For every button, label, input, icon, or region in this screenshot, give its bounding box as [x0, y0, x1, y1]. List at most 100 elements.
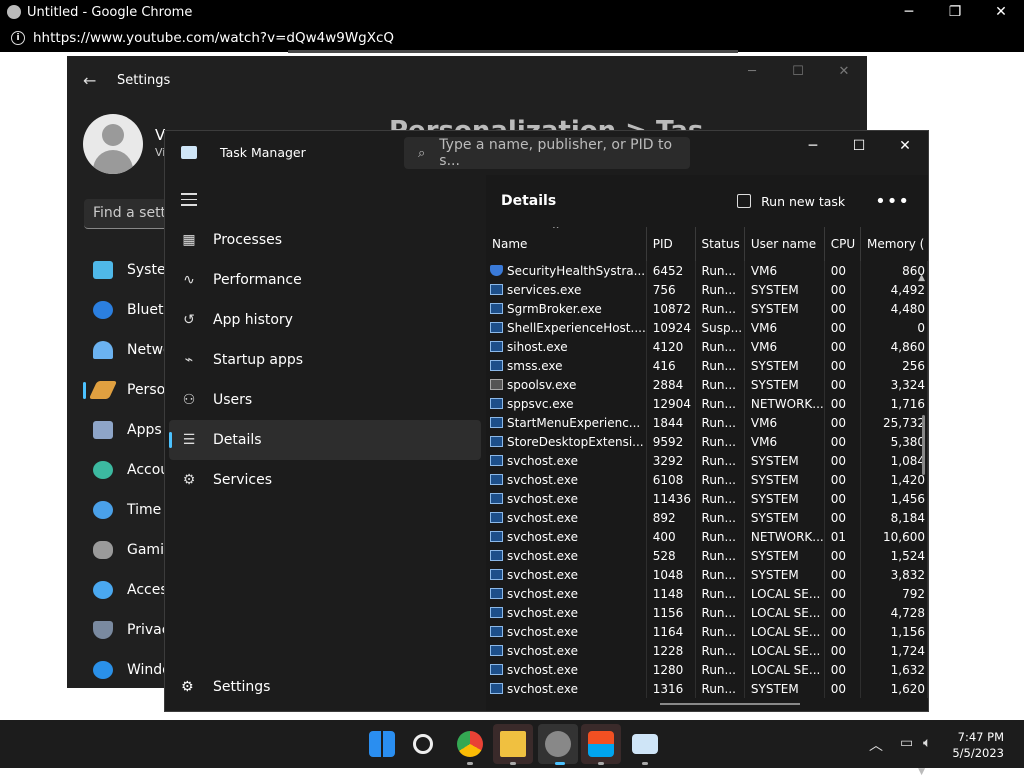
tm-nav-users[interactable]: ⚇ Users — [169, 380, 481, 420]
clock-icon — [93, 501, 113, 519]
table-row[interactable]: svchost.exe 1164 Run... LOCAL SE... 00 1,156 — [486, 622, 928, 641]
file-explorer-icon[interactable] — [500, 731, 526, 757]
table-row[interactable]: svchost.exe 892 Run... SYSTEM 00 8,184 — [486, 508, 928, 527]
settings-nav-gaming[interactable]: Gamin — [84, 530, 177, 570]
settings-nav-accessibility[interactable]: Acces — [84, 570, 177, 610]
account-icon — [93, 461, 113, 479]
tm-nav-services[interactable]: ⚙ Services — [169, 460, 481, 500]
settings-nav-system[interactable]: Systen — [84, 250, 177, 290]
column-cpu[interactable]: CPU — [824, 227, 862, 261]
table-row[interactable]: SecurityHealthSystra... 6452 Run... VM6 00 86… — [486, 261, 928, 280]
table-row[interactable]: StartMenuExperienc... 1844 Run... VM6 00 25,7… — [486, 413, 928, 432]
more-options-button[interactable]: ••• — [875, 191, 910, 212]
search-icon[interactable] — [413, 734, 433, 754]
process-window-icon — [490, 625, 503, 637]
table-row[interactable]: SgrmBroker.exe 10872 Run... SYSTEM 00 4,480 — [486, 299, 928, 318]
status-cell: Run... — [695, 489, 745, 508]
process-name-cell: svchost.exe — [486, 527, 647, 546]
chrome-minimize-button[interactable]: ─ — [886, 0, 932, 24]
settings-nav-accounts[interactable]: Accou — [84, 450, 177, 490]
column-memory[interactable]: Memory ( — [861, 227, 928, 261]
chrome-close-button[interactable]: ✕ — [978, 0, 1024, 24]
memory-cell: 1,156 — [860, 622, 928, 641]
memory-cell: 256 — [860, 356, 928, 375]
tm-minimize-button[interactable]: ─ — [790, 131, 836, 161]
table-row[interactable]: svchost.exe 1316 Run... SYSTEM 00 1,620 — [486, 679, 928, 698]
column-user-name[interactable]: User name — [744, 227, 825, 261]
chrome-maximize-button[interactable]: ❐ — [932, 0, 978, 24]
table-row[interactable]: svchost.exe 6108 Run... SYSTEM 00 1,420 — [486, 470, 928, 489]
table-row[interactable]: spoolsv.exe 2884 Run... SYSTEM 00 3,324 — [486, 375, 928, 394]
cpu-cell: 00 — [824, 546, 862, 565]
back-arrow-icon[interactable]: ← — [83, 71, 105, 90]
column-name[interactable]: ^ Name — [486, 227, 647, 261]
settings-nav-time[interactable]: Time & — [84, 490, 177, 530]
details-title: Details — [501, 193, 557, 209]
url-text[interactable]: hhttps://www.youtube.com/watch?v=dQw4w9W… — [33, 30, 394, 46]
horizontal-scrollbar-thumb[interactable] — [660, 703, 800, 705]
brush-icon — [88, 381, 118, 399]
settings-nav-personalization[interactable]: Persor — [83, 370, 177, 410]
process-search-input[interactable]: ⌕ Type a name, publisher, or PID to s... — [404, 137, 690, 169]
tm-maximize-button[interactable]: ☐ — [836, 131, 882, 161]
site-info-icon[interactable]: i — [11, 31, 25, 45]
table-row[interactable]: svchost.exe 1048 Run... SYSTEM 00 3,832 — [486, 565, 928, 584]
table-row[interactable]: svchost.exe 1148 Run... LOCAL SE... 00 792 — [486, 584, 928, 603]
chrome-address-bar[interactable]: i hhttps://www.youtube.com/watch?v=dQw4w… — [0, 24, 1024, 52]
cpu-cell: 00 — [824, 565, 862, 584]
table-row[interactable]: svchost.exe 528 Run... SYSTEM 00 1,524 — [486, 546, 928, 565]
table-row[interactable]: StoreDesktopExtensi... 9592 Run... VM6 00 5,3… — [486, 432, 928, 451]
tm-nav-performance[interactable]: ∿ Performance — [169, 260, 481, 300]
settings-nav-privacy[interactable]: Privac — [84, 610, 177, 650]
settings-gear-taskbar-icon[interactable] — [545, 731, 571, 757]
settings-nav-bluetooth[interactable]: Blueto — [84, 290, 177, 330]
network-icon[interactable]: ▭ — [900, 735, 913, 751]
cpu-cell: 00 — [824, 375, 862, 394]
scroll-down-arrow[interactable]: ▼ — [918, 767, 925, 777]
tm-nav-startup-apps[interactable]: ⌁ Startup apps — [169, 340, 481, 380]
show-hidden-icons-chevron[interactable]: ︿ — [869, 735, 883, 755]
memory-cell: 25,732 — [860, 413, 928, 432]
cpu-cell: 00 — [824, 470, 862, 489]
settings-maximize-button[interactable]: ☐ — [775, 64, 821, 79]
tm-nav-settings[interactable]: ⚙ Settings — [181, 679, 270, 695]
status-cell: Run... — [695, 565, 745, 584]
table-row[interactable]: svchost.exe 400 Run... NETWORK... 01 10,600 — [486, 527, 928, 546]
tm-close-button[interactable]: ✕ — [882, 131, 928, 161]
run-new-task-button[interactable]: Run new task — [737, 194, 845, 209]
memory-cell: 10,600 — [860, 527, 928, 546]
column-status[interactable]: Status — [695, 227, 745, 261]
system-clock[interactable]: 7:47 PM 5/5/2023 — [952, 729, 1004, 761]
task-manager-taskbar-icon[interactable] — [632, 734, 658, 754]
table-row[interactable]: ShellExperienceHost.... 10924 Susp... VM6 00… — [486, 318, 928, 337]
tm-nav-app-history[interactable]: ↺ App history — [169, 300, 481, 340]
hamburger-menu-icon[interactable] — [181, 193, 197, 210]
volume-icon[interactable]: 🔈︎ — [923, 735, 931, 751]
settings-minimize-button[interactable]: ─ — [729, 64, 775, 79]
table-row[interactable]: svchost.exe 11436 Run... SYSTEM 00 1,456 — [486, 489, 928, 508]
table-row[interactable]: svchost.exe 1228 Run... LOCAL SE... 00 1,724 — [486, 641, 928, 660]
start-windows-icon[interactable] — [369, 731, 395, 757]
settings-nav-network[interactable]: Netwo — [84, 330, 177, 370]
table-row[interactable]: svchost.exe 1156 Run... LOCAL SE... 00 4,728 — [486, 603, 928, 622]
cpu-cell: 00 — [824, 299, 862, 318]
column-pid[interactable]: PID — [646, 227, 696, 261]
table-row[interactable]: services.exe 756 Run... SYSTEM 00 4,492 — [486, 280, 928, 299]
process-name-cell: SecurityHealthSystra... — [486, 261, 647, 280]
settings-close-button[interactable]: ✕ — [821, 64, 867, 79]
tm-nav-processes[interactable]: ▦ Processes — [169, 220, 481, 260]
table-row[interactable]: smss.exe 416 Run... SYSTEM 00 256 — [486, 356, 928, 375]
vertical-scrollbar-thumb[interactable] — [922, 415, 925, 475]
table-row[interactable]: sihost.exe 4120 Run... VM6 00 4,860 — [486, 337, 928, 356]
table-row[interactable]: sppsvc.exe 12904 Run... NETWORK... 00 1,716 — [486, 394, 928, 413]
table-row[interactable]: svchost.exe 1280 Run... LOCAL SE... 00 1,632 — [486, 660, 928, 679]
chrome-icon[interactable] — [457, 731, 483, 757]
settings-nav-windows-update[interactable]: Windo — [84, 650, 177, 690]
table-row[interactable]: svchost.exe 3292 Run... SYSTEM 00 1,084 — [486, 451, 928, 470]
process-name-cell: svchost.exe — [486, 679, 647, 698]
settings-nav-apps[interactable]: Apps — [84, 410, 177, 450]
scroll-up-arrow[interactable]: ▲ — [918, 273, 925, 283]
tm-nav-details[interactable]: ☰ Details — [169, 420, 481, 460]
status-cell: Run... — [695, 679, 745, 698]
store-icon[interactable] — [588, 731, 614, 757]
